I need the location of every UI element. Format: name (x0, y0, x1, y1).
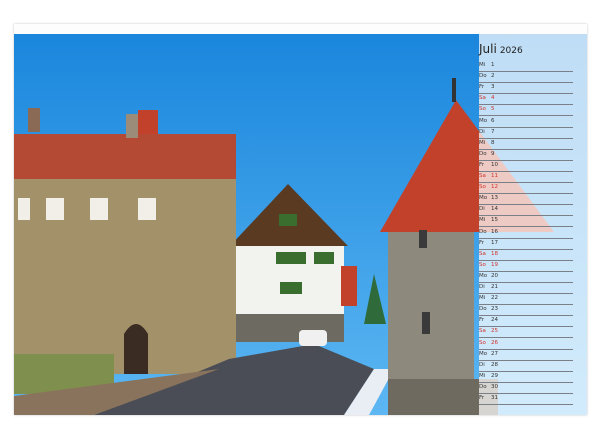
parked-car (299, 330, 327, 346)
weekday-label: Sa (479, 250, 486, 257)
year-label: 2026 (499, 46, 523, 56)
day-number: 4 (491, 95, 495, 102)
weekday-label: Fr (479, 161, 485, 168)
day-number: 18 (491, 250, 498, 257)
day-number: 27 (491, 350, 498, 357)
day-number: 5 (491, 106, 495, 113)
day-number: 1 (491, 62, 495, 68)
day-number: 6 (491, 117, 495, 124)
weekday-label: Mi (479, 372, 486, 379)
weekday-label: So (479, 261, 486, 268)
weekday-label: Mi (479, 217, 486, 224)
day-number: 26 (491, 339, 498, 346)
weekday-label: Di (479, 284, 485, 290)
day-number: 8 (491, 139, 495, 146)
weekday-label: Do (479, 383, 487, 390)
weekday-label: Mo (479, 195, 488, 202)
weekday-label: Di (479, 128, 485, 135)
day-number: 13 (491, 195, 498, 202)
day-number: 28 (491, 361, 498, 368)
day-number: 20 (491, 272, 498, 279)
weekday-label: Do (479, 150, 487, 157)
weekday-label: Di (479, 361, 485, 368)
weekday-label: Mi (479, 62, 486, 68)
day-number: 16 (491, 228, 498, 235)
weekday-label: Fr (479, 239, 485, 246)
stone-building (14, 108, 236, 394)
weekday-label: Di (479, 206, 485, 213)
weekday-label: Sa (479, 173, 486, 179)
day-number: 30 (491, 383, 498, 390)
weekday-label: Fr (479, 317, 485, 324)
weekday-label: Mo (479, 350, 488, 357)
weekday-label: Sa (479, 328, 486, 335)
weekday-label: Fr (479, 84, 485, 91)
day-row: Fr 31 (479, 393, 573, 405)
month-name: Juli (479, 42, 497, 56)
month-title: Juli 2026 (479, 42, 523, 56)
day-number: 19 (491, 261, 498, 268)
weekday-label: Do (479, 306, 487, 313)
day-number: 17 (491, 239, 498, 246)
day-number: 21 (491, 284, 498, 290)
weekday-label: So (479, 339, 486, 346)
day-number: 7 (491, 128, 495, 135)
day-number: 31 (491, 395, 498, 401)
weekday-label: Do (479, 73, 487, 80)
day-number: 3 (491, 84, 495, 91)
weekday-label: Mo (479, 117, 488, 124)
day-number: 25 (491, 328, 498, 335)
day-number: 29 (491, 372, 498, 379)
day-number: 23 (491, 306, 498, 313)
weekday-label: Sa (479, 95, 486, 102)
weekday-label: Mi (479, 295, 486, 302)
day-number: 24 (491, 317, 498, 324)
day-number: 9 (491, 150, 495, 157)
weekday-label: Mi (479, 139, 486, 146)
day-number: 11 (491, 173, 498, 179)
weekday-label: Fr (479, 395, 485, 401)
weekday-label: So (479, 184, 486, 191)
weekday-label: Mo (479, 272, 488, 279)
weekday-label: Do (479, 228, 487, 235)
weekday-label: So (479, 106, 486, 113)
day-number: 22 (491, 295, 498, 302)
day-number: 12 (491, 184, 498, 191)
day-number: 14 (491, 206, 498, 213)
day-number: 2 (491, 73, 495, 80)
day-number: 15 (491, 217, 498, 224)
day-number: 10 (491, 161, 498, 168)
